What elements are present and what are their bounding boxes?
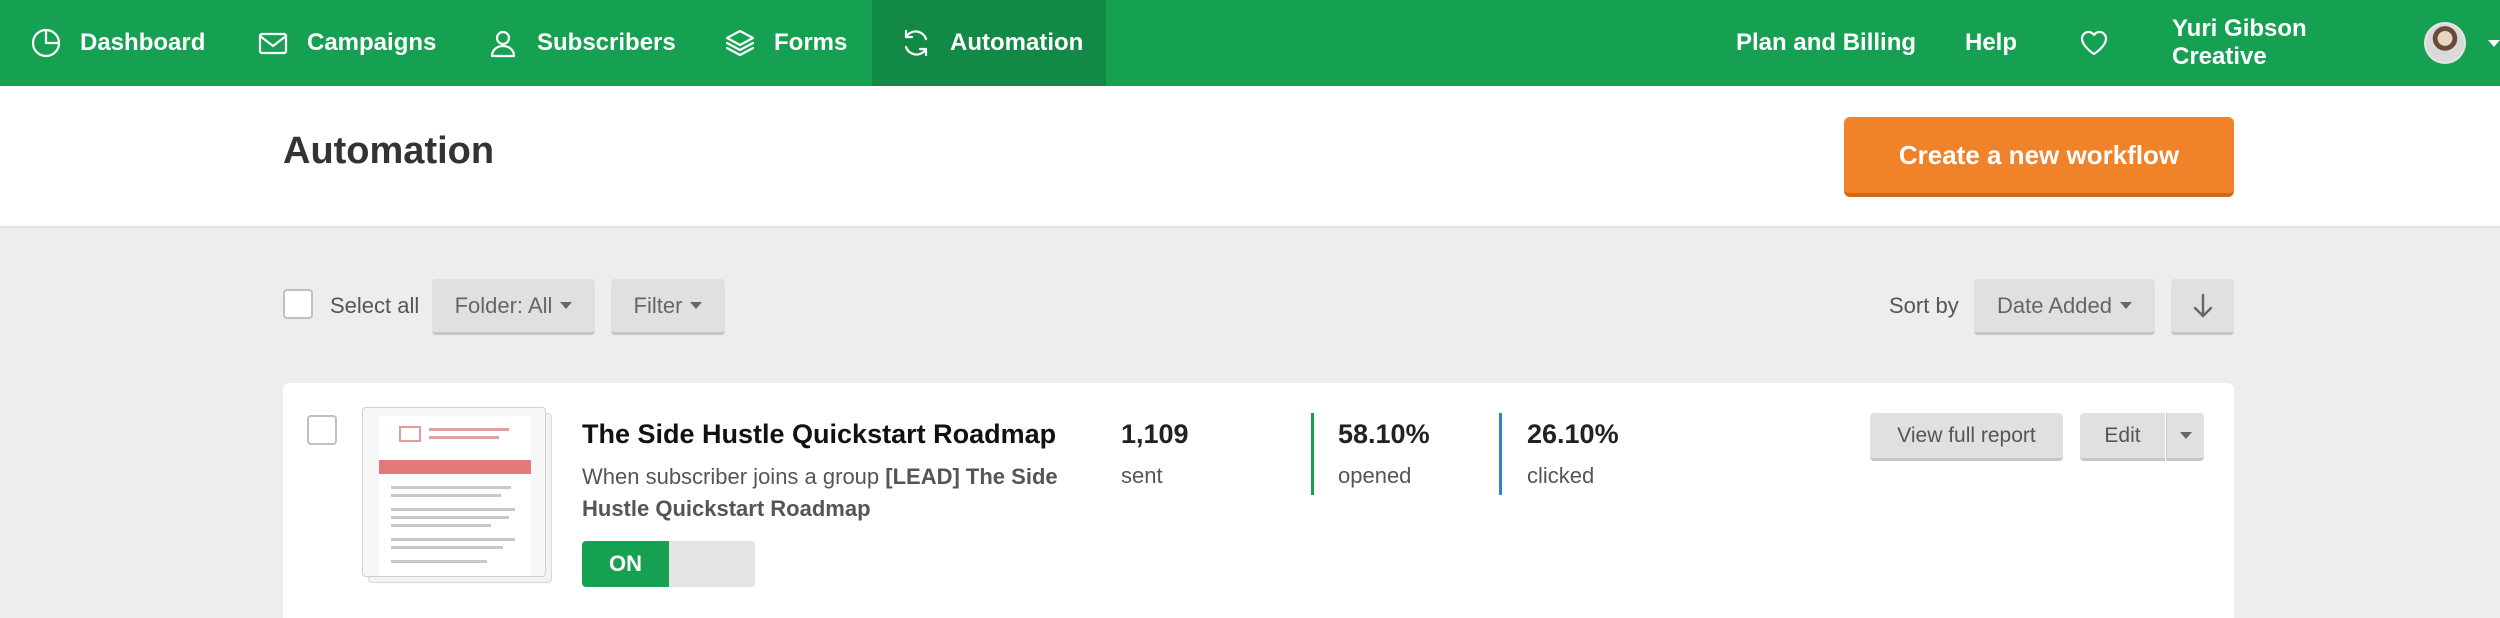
trigger-text: When subscriber joins a group [582, 464, 880, 489]
chevron-down-icon [2179, 432, 2192, 439]
layers-icon [725, 29, 755, 57]
thumbnail-page [379, 416, 531, 576]
edit-options-dropdown[interactable] [2166, 413, 2204, 461]
nav-item-forms[interactable]: Forms [724, 0, 847, 86]
thumbnail-line [391, 508, 515, 511]
refresh-icon [904, 29, 928, 57]
thumbnail-line [391, 538, 515, 541]
opened-divider [1311, 413, 1314, 495]
thumbnail-logo [399, 426, 421, 442]
select-all-checkbox[interactable] [283, 289, 313, 319]
chevron-down-icon [2119, 302, 2132, 309]
sent-label: sent [1121, 463, 1163, 488]
help-label: Help [1965, 29, 2018, 56]
workflow-status-toggle[interactable]: ON [582, 541, 755, 587]
clicked-divider [1499, 413, 1502, 495]
thumbnail-line [391, 494, 501, 497]
nav-item-dashboard[interactable]: Dashboard [30, 0, 205, 86]
user-icon [490, 30, 516, 58]
nav-item-label: Subscribers [537, 29, 676, 56]
workflow-checkbox[interactable] [307, 415, 337, 445]
dashboard-icon [31, 28, 61, 58]
page-header: Automation Create a new workflow [0, 86, 2500, 228]
page-title: Automation [283, 130, 495, 172]
nav-item-subscribers[interactable]: Subscribers [487, 0, 676, 86]
plan-billing-label: Plan and Billing [1736, 29, 1917, 56]
view-full-report-button[interactable]: View full report [1870, 413, 2063, 461]
account-name: Yuri Gibson Creative [2172, 15, 2307, 70]
clicked-label: clicked [1527, 463, 1595, 488]
help-link[interactable]: Help [1965, 0, 2017, 86]
thumbnail-line [391, 524, 491, 527]
nav-item-label: Campaigns [307, 29, 437, 56]
sort-by-label: Sort by [1889, 293, 1959, 318]
thumbnail-line [391, 516, 509, 519]
folder-dropdown[interactable]: Folder: All [432, 279, 595, 335]
create-workflow-button[interactable]: Create a new workflow [1844, 117, 2234, 197]
workflow-card: The Side Hustle Quickstart Roadmap When … [283, 383, 2234, 618]
select-all-label: Select all [330, 293, 420, 318]
filter-dropdown-label: Filter [633, 292, 683, 318]
nav-item-automation[interactable]: Automation [872, 0, 1106, 86]
workflow-thumbnail[interactable] [362, 407, 546, 577]
nav-item-label: Dashboard [80, 29, 206, 56]
thumbnail-banner [379, 460, 531, 474]
edit-button[interactable]: Edit [2080, 413, 2165, 461]
nav-item-label: Forms [774, 29, 848, 56]
clicked-rate: 26.10% [1527, 419, 1619, 449]
avatar [2424, 22, 2466, 64]
nav-item-label: Automation [950, 29, 1084, 56]
sort-dropdown-label: Date Added [1997, 292, 2112, 318]
favorites-button[interactable] [2078, 0, 2128, 86]
heart-icon [2080, 30, 2108, 56]
thumbnail-line [429, 436, 499, 439]
workflow-trigger: When subscriber joins a group [LEAD] The… [582, 461, 1062, 525]
nav-item-campaigns[interactable]: Campaigns [257, 0, 436, 86]
top-navigation: Dashboard Campaigns Subscribers Forms Au… [0, 0, 2500, 86]
envelope-icon [258, 32, 288, 55]
account-menu[interactable]: Yuri Gibson Creative [2172, 0, 2500, 86]
thumbnail-line [391, 560, 487, 563]
thumbnail-line [429, 428, 509, 431]
filter-dropdown[interactable]: Filter [611, 279, 725, 335]
workflow-title[interactable]: The Side Hustle Quickstart Roadmap [582, 419, 1056, 450]
opened-rate: 58.10% [1338, 419, 1430, 449]
chevron-down-icon [2488, 39, 2500, 47]
folder-dropdown-label: Folder: All [454, 292, 553, 318]
arrow-down-icon [2193, 293, 2212, 317]
opened-label: opened [1338, 463, 1412, 488]
sort-dropdown[interactable]: Date Added [1974, 279, 2155, 335]
sent-count: 1,109 [1121, 419, 1189, 449]
plan-billing-link[interactable]: Plan and Billing [1736, 0, 1916, 86]
thumbnail-line [391, 546, 503, 549]
toggle-on-label: ON [582, 541, 669, 587]
thumbnail-line [391, 486, 511, 489]
sort-direction-button[interactable] [2171, 279, 2234, 335]
chevron-down-icon [690, 302, 703, 309]
chevron-down-icon [560, 302, 573, 309]
